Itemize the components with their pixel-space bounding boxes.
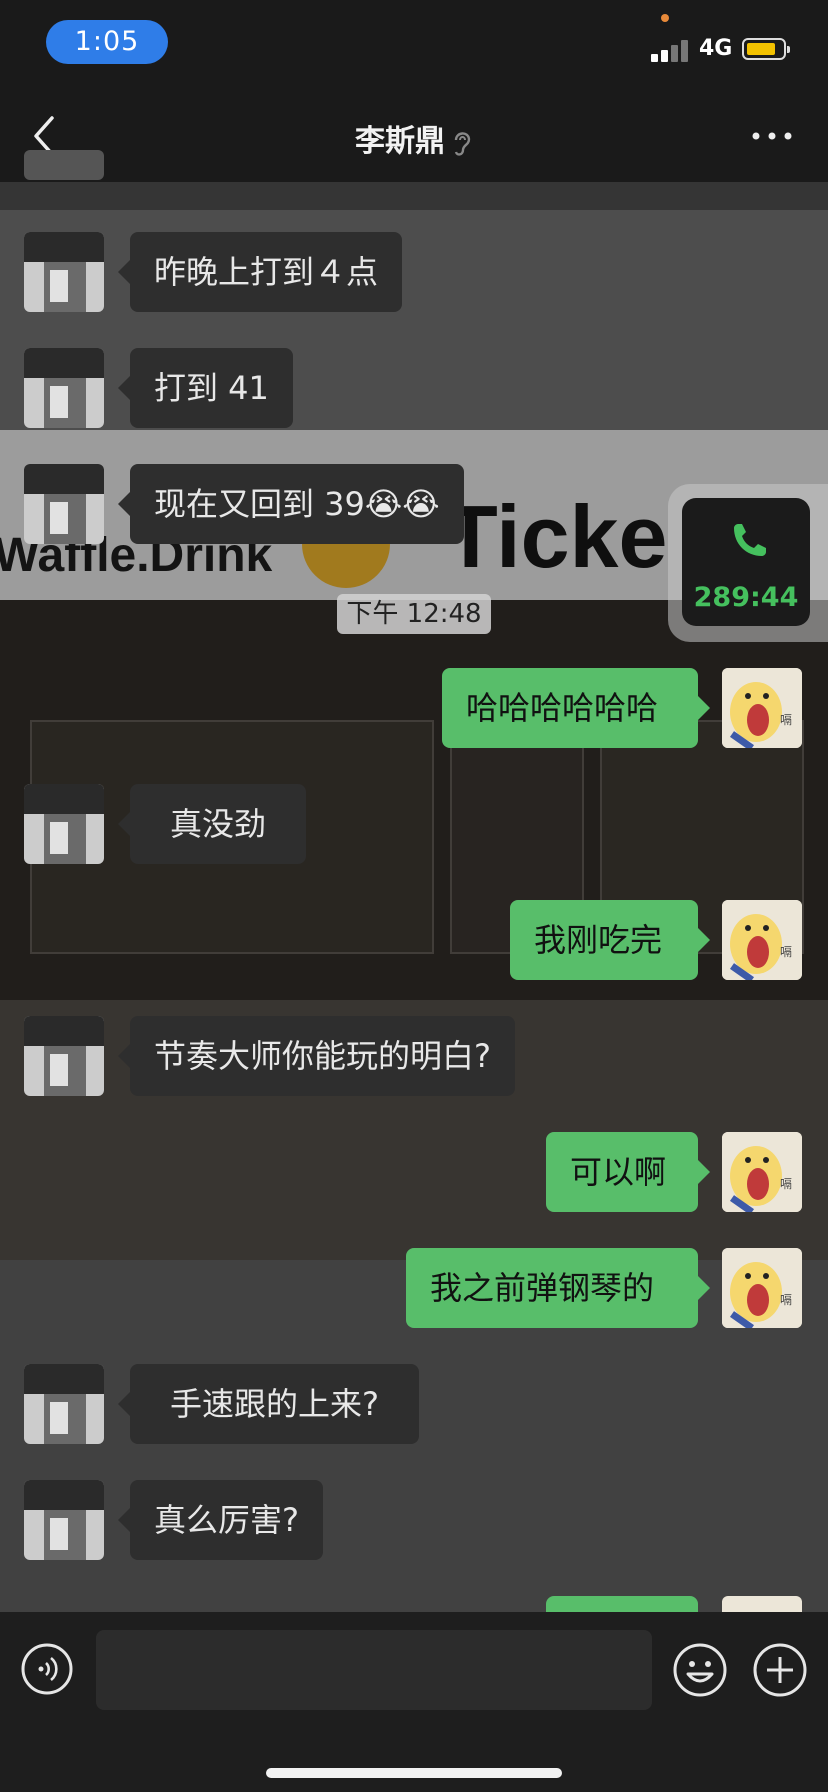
sticker-caption: 嗝 [780, 945, 792, 959]
emoji-icon [673, 1643, 727, 1697]
message-input[interactable] [96, 1630, 652, 1710]
contact-avatar[interactable] [24, 1364, 104, 1444]
ear-icon [454, 131, 471, 156]
nav-bar: 李斯鼎 [0, 90, 828, 182]
voice-input-button[interactable] [20, 1642, 74, 1696]
message-bubble-incoming[interactable]: 昨晚上打到４点 [117, 232, 403, 312]
more-functions-button[interactable] [752, 1642, 808, 1698]
message-bubble-partial [546, 1596, 698, 1612]
message-bubble-outgoing[interactable]: 哈哈哈哈哈哈 [442, 668, 710, 748]
my-avatar[interactable]: 嗝 [722, 900, 802, 980]
message-bubble-outgoing[interactable]: 可以啊 [546, 1132, 710, 1212]
my-avatar[interactable]: 嗝 [722, 1248, 802, 1328]
chat-title: 李斯鼎 [0, 116, 828, 160]
message-bubble-incoming[interactable]: 真没劲 [117, 784, 307, 864]
plus-icon [753, 1643, 807, 1697]
more-icon [752, 132, 792, 140]
avatar-partial [24, 150, 104, 180]
contact-name: 李斯鼎 [355, 124, 445, 159]
sticker-caption: 嗝 [780, 1177, 792, 1191]
message-bubble-incoming[interactable]: 手速跟的上来? [118, 1364, 419, 1444]
message-bubble-incoming[interactable]: 现在又回到 39😭😭 [118, 464, 464, 544]
signal-icon [651, 38, 691, 62]
contact-avatar[interactable] [24, 1480, 104, 1560]
avatar-partial [722, 1596, 802, 1612]
my-avatar[interactable]: 嗝 [722, 668, 802, 748]
message-bubble-incoming[interactable]: 真么厉害? [118, 1480, 323, 1560]
status-bar: 1:05 4G [0, 0, 828, 90]
message-bubble-incoming[interactable]: 打到 41 [118, 348, 293, 428]
contact-avatar[interactable] [24, 1016, 104, 1096]
contact-avatar[interactable] [24, 784, 104, 864]
emoji-button[interactable] [672, 1642, 728, 1698]
message-timestamp: 下午 12:48 [337, 594, 491, 634]
sticker-caption: 嗝 [780, 1293, 792, 1307]
privacy-indicator-dot [661, 14, 669, 22]
status-time: 1:05 [46, 20, 168, 64]
voice-call-floating-window[interactable]: 289:44 [668, 484, 828, 642]
message-bubble-outgoing[interactable]: 我刚吃完 [510, 900, 710, 980]
input-bar [0, 1612, 828, 1792]
message-bubble-outgoing[interactable]: 我之前弹钢琴的 [406, 1248, 710, 1328]
more-button[interactable] [748, 120, 796, 152]
message-bubble-incoming[interactable]: 节奏大师你能玩的明白? [118, 1016, 515, 1096]
battery-icon [742, 38, 790, 60]
my-avatar[interactable]: 嗝 [722, 1132, 802, 1212]
home-indicator[interactable] [266, 1768, 562, 1778]
contact-avatar[interactable] [24, 464, 104, 544]
phone-icon [734, 524, 766, 556]
contact-avatar[interactable] [24, 348, 104, 428]
network-type: 4G [699, 36, 733, 61]
call-window-inner[interactable]: 289:44 [682, 498, 810, 626]
sticker-caption: 嗝 [780, 713, 792, 727]
contact-avatar[interactable] [24, 232, 104, 312]
call-duration: 289:44 [693, 582, 799, 613]
voice-icon [21, 1643, 73, 1695]
